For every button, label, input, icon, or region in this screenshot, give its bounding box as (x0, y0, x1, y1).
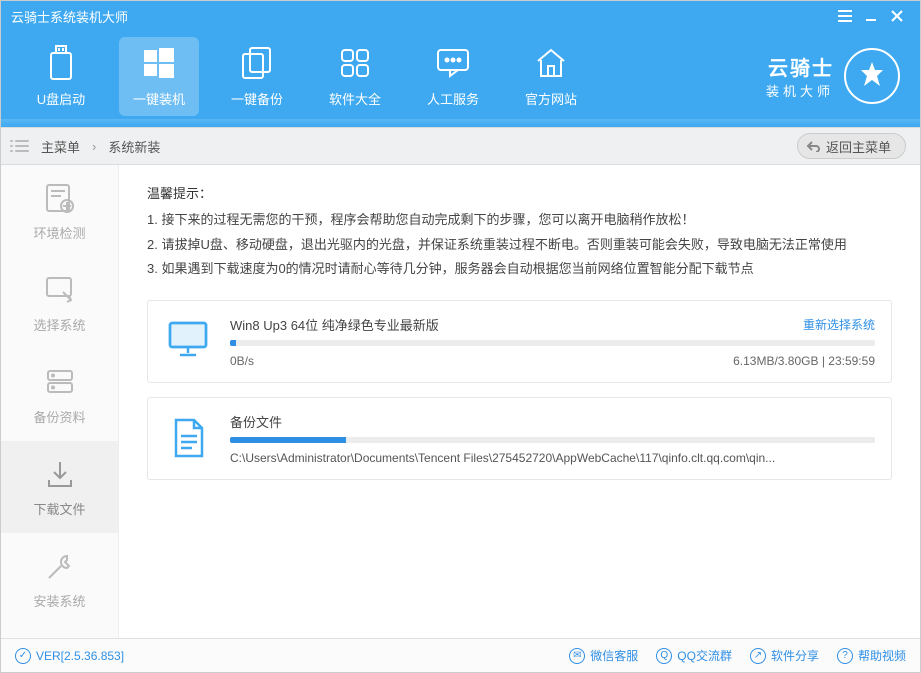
tip-line: 3. 如果遇到下载速度为0的情况时请耐心等待几分钟，服务器会自动根据您当前网络位… (147, 257, 892, 282)
sidebar: 环境检测 选择系统 备份资料 下载文件 (1, 165, 119, 638)
sidebar-label: 安装系统 (33, 591, 85, 610)
copy-icon (241, 45, 273, 81)
nav-one-click-backup[interactable]: 一键备份 (217, 37, 297, 116)
brand-line2: 装机大师 (766, 81, 834, 100)
nav-label: 软件大全 (329, 89, 381, 108)
wechat-support-link[interactable]: ✉ 微信客服 (569, 647, 638, 664)
nav-label: 一键装机 (133, 89, 185, 108)
share-link[interactable]: ↗ 软件分享 (750, 647, 819, 664)
gear-doc-icon (43, 181, 77, 215)
backup-path: C:\Users\Administrator\Documents\Tencent… (230, 451, 875, 465)
breadcrumb-bar: 主菜单 › 系统新装 返回主菜单 (1, 127, 920, 165)
share-icon: ↗ (750, 648, 766, 664)
crumb-main[interactable]: 主菜单 (41, 137, 80, 156)
close-button[interactable] (884, 3, 910, 29)
check-icon: ✓ (15, 648, 31, 664)
sidebar-item-env-check[interactable]: 环境检测 (1, 165, 118, 257)
cursor-icon (43, 273, 77, 307)
tip-line: 2. 请拔掉U盘、移动硬盘，退出光驱内的光盘，并保证系统重装过程不断电。否则重装… (147, 233, 892, 258)
crumb-current: 系统新装 (108, 137, 160, 156)
window-title: 云骑士系统装机大师 (11, 7, 128, 26)
server-icon (43, 365, 77, 399)
back-main-button[interactable]: 返回主菜单 (797, 133, 906, 159)
wechat-icon: ✉ (569, 648, 585, 664)
apps-icon (339, 45, 371, 81)
help-video-link[interactable]: ? 帮助视频 (837, 647, 906, 664)
menu-button[interactable] (832, 3, 858, 29)
nav-one-click-install[interactable]: 一键装机 (119, 37, 199, 116)
top-nav: U盘启动 一键装机 一键备份 软件大全 人工服务 (1, 31, 920, 127)
qq-icon: Q (656, 648, 672, 664)
tips-list: 1. 接下来的过程无需您的干预，程序会帮助您自动完成剩下的步骤，您可以离开电脑稍… (147, 208, 892, 282)
list-icon (15, 140, 29, 152)
sidebar-label: 环境检测 (33, 223, 85, 242)
chevron-right-icon: › (92, 139, 96, 154)
windows-icon (142, 45, 176, 81)
footer: ✓ VER[2.5.36.853] ✉ 微信客服 Q QQ交流群 ↗ 软件分享 … (1, 638, 920, 672)
brand-line1: 云骑士 (768, 52, 834, 81)
tip-line: 1. 接下来的过程无需您的干预，程序会帮助您自动完成剩下的步骤，您可以离开电脑稍… (147, 208, 892, 233)
version-label[interactable]: ✓ VER[2.5.36.853] (15, 648, 124, 664)
download-status: 6.13MB/3.80GB | 23:59:59 (733, 354, 875, 368)
chat-icon (436, 45, 470, 81)
nav-usb-boot[interactable]: U盘启动 (21, 37, 101, 116)
brand: 云骑士 装机大师 (766, 48, 900, 104)
download-speed: 0B/s (230, 354, 254, 368)
minimize-button[interactable] (858, 3, 884, 29)
download-progress (230, 340, 875, 346)
download-icon (43, 457, 77, 491)
backup-title: 备份文件 (230, 412, 282, 431)
home-icon (534, 45, 568, 81)
brand-logo-icon (844, 48, 900, 104)
nav-human-service[interactable]: 人工服务 (413, 37, 493, 116)
sidebar-item-install[interactable]: 安装系统 (1, 533, 118, 625)
help-icon: ? (837, 648, 853, 664)
nav-label: U盘启动 (37, 89, 85, 108)
sidebar-label: 备份资料 (33, 407, 85, 426)
backup-progress (230, 437, 875, 443)
nav-label: 人工服务 (427, 89, 479, 108)
download-card: Win8 Up3 64位 纯净绿色专业最新版 重新选择系统 0B/s 6.13M… (147, 300, 892, 383)
sidebar-label: 选择系统 (33, 315, 85, 334)
nav-label: 官方网站 (525, 89, 577, 108)
qq-group-link[interactable]: Q QQ交流群 (656, 647, 732, 664)
sidebar-item-download[interactable]: 下载文件 (1, 441, 118, 533)
nav-official-site[interactable]: 官方网站 (511, 37, 591, 116)
nav-label: 一键备份 (231, 89, 283, 108)
sidebar-item-select-system[interactable]: 选择系统 (1, 257, 118, 349)
nav-software[interactable]: 软件大全 (315, 37, 395, 116)
titlebar: 云骑士系统装机大师 (1, 1, 920, 31)
back-label: 返回主菜单 (826, 137, 891, 156)
tips-title: 温馨提示： (147, 183, 892, 202)
backup-card: 备份文件 C:\Users\Administrator\Documents\Te… (147, 397, 892, 480)
usb-icon (48, 45, 74, 81)
file-icon (164, 412, 212, 460)
wrench-icon (43, 549, 77, 583)
download-name: Win8 Up3 64位 纯净绿色专业最新版 (230, 315, 439, 334)
monitor-icon (164, 315, 212, 359)
sidebar-item-backup[interactable]: 备份资料 (1, 349, 118, 441)
content-area: 温馨提示： 1. 接下来的过程无需您的干预，程序会帮助您自动完成剩下的步骤，您可… (119, 165, 920, 638)
reselect-system-link[interactable]: 重新选择系统 (803, 316, 875, 333)
sidebar-label: 下载文件 (33, 499, 85, 518)
